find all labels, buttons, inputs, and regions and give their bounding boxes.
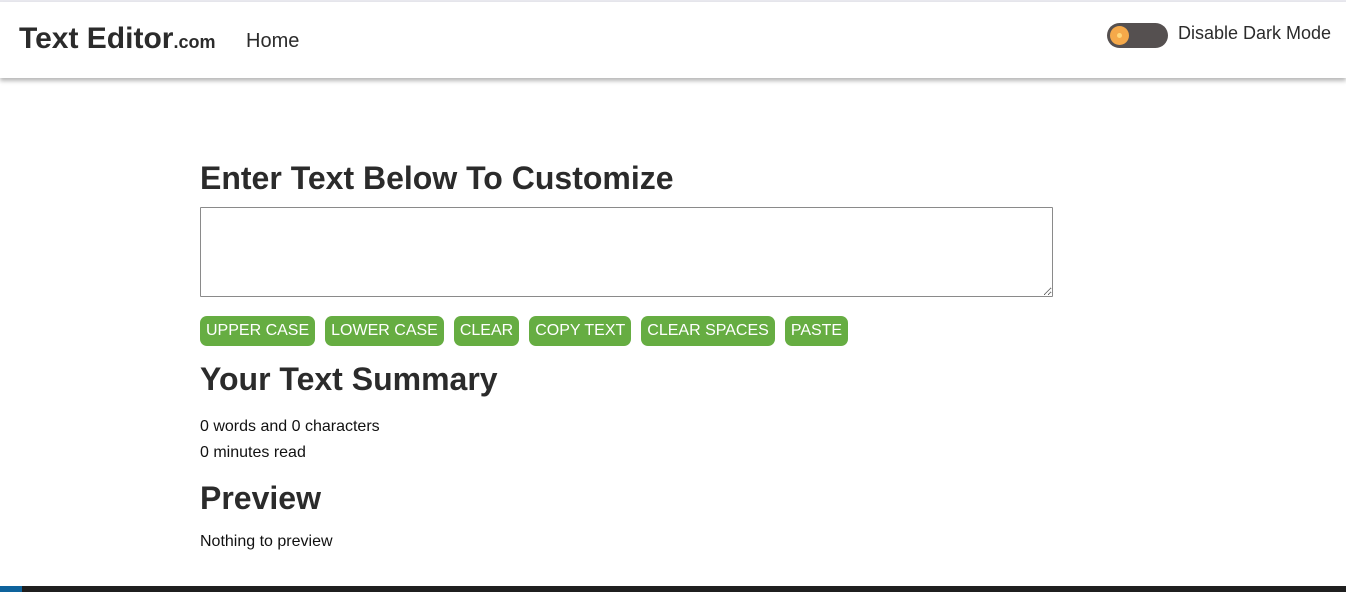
status-bar-remote-indicator[interactable] <box>0 586 22 592</box>
summary-heading: Your Text Summary <box>200 361 498 397</box>
clear-button[interactable]: CLEAR <box>453 316 520 346</box>
dark-mode-label: Disable Dark Mode <box>1178 23 1332 43</box>
lower-case-button[interactable]: LOWER CASE <box>325 316 444 346</box>
editor-status-bar <box>0 586 1346 592</box>
brand-logo[interactable]: Text Editor.com <box>19 22 215 56</box>
dark-mode-toggle[interactable] <box>1107 23 1168 48</box>
brand-suffix: .com <box>173 32 216 52</box>
action-button-row: UPPER CASE LOWER CASE CLEAR COPY TEXT CL… <box>200 316 849 346</box>
brand-name: Text Editor <box>19 22 174 55</box>
text-input-area[interactable] <box>200 207 1053 297</box>
paste-button[interactable]: PASTE <box>784 316 849 346</box>
preview-heading: Preview <box>200 480 321 516</box>
toggle-knob <box>1110 26 1129 45</box>
nav-home-link[interactable]: Home <box>246 30 299 53</box>
navbar: Text Editor.com Home Disable Dark Mode <box>0 2 1346 78</box>
upper-case-button[interactable]: UPPER CASE <box>200 316 316 346</box>
read-time: 0 minutes read <box>200 444 306 461</box>
preview-text: Nothing to preview <box>200 533 333 550</box>
word-char-count: 0 words and 0 characters <box>200 418 380 435</box>
copy-text-button[interactable]: COPY TEXT <box>529 316 632 346</box>
editor-heading: Enter Text Below To Customize <box>200 160 674 196</box>
clear-spaces-button[interactable]: CLEAR SPACES <box>641 316 775 346</box>
toggle-knob-highlight <box>1117 33 1122 38</box>
